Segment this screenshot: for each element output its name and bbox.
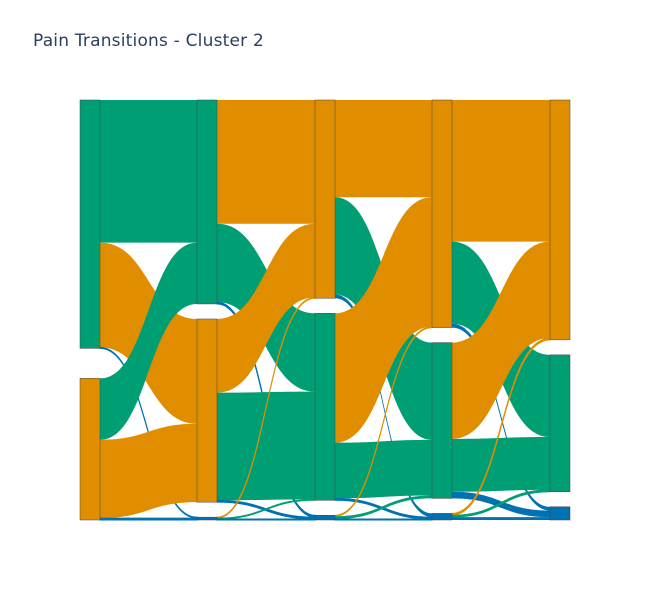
sankey-chart: Pain Transitions - Cluster 2 [0,0,650,600]
link-s1-green-to-s2-orange [217,100,315,224]
node-s4-orange [549,99,571,341]
link-s3-green-to-s4-green [452,437,550,492]
node-s2-blue [314,515,336,521]
node-s0-orange [79,378,101,521]
link-s0-orange-to-s1-orange [100,423,197,519]
link-s0-green-to-s1-green [100,100,197,243]
link-s3-orange-to-s4-orange [452,100,550,242]
link-s1-blue-to-s2-blue [216,518,316,521]
node-s3-green [431,342,453,499]
node-s3-blue [431,513,453,521]
link-s3-blue-to-s4-blue [452,517,550,520]
node-s1-orange [196,318,218,503]
sankey-plot-area [79,99,571,521]
link-s2-blue-to-s3-blue [334,518,433,521]
link-s0-orange-to-s1-blue [99,517,198,521]
node-s4-green [549,354,571,493]
node-s4-blue [549,506,571,521]
node-s3-orange [431,99,453,328]
node-s2-orange [314,99,336,299]
node-s1-blue [196,516,218,521]
link-s2-orange-to-s3-orange [335,100,432,198]
link-s2-green-to-s3-green [335,439,432,499]
node-s0-green [79,99,101,349]
node-s1-green [196,99,218,305]
node-s2-green [314,313,336,501]
